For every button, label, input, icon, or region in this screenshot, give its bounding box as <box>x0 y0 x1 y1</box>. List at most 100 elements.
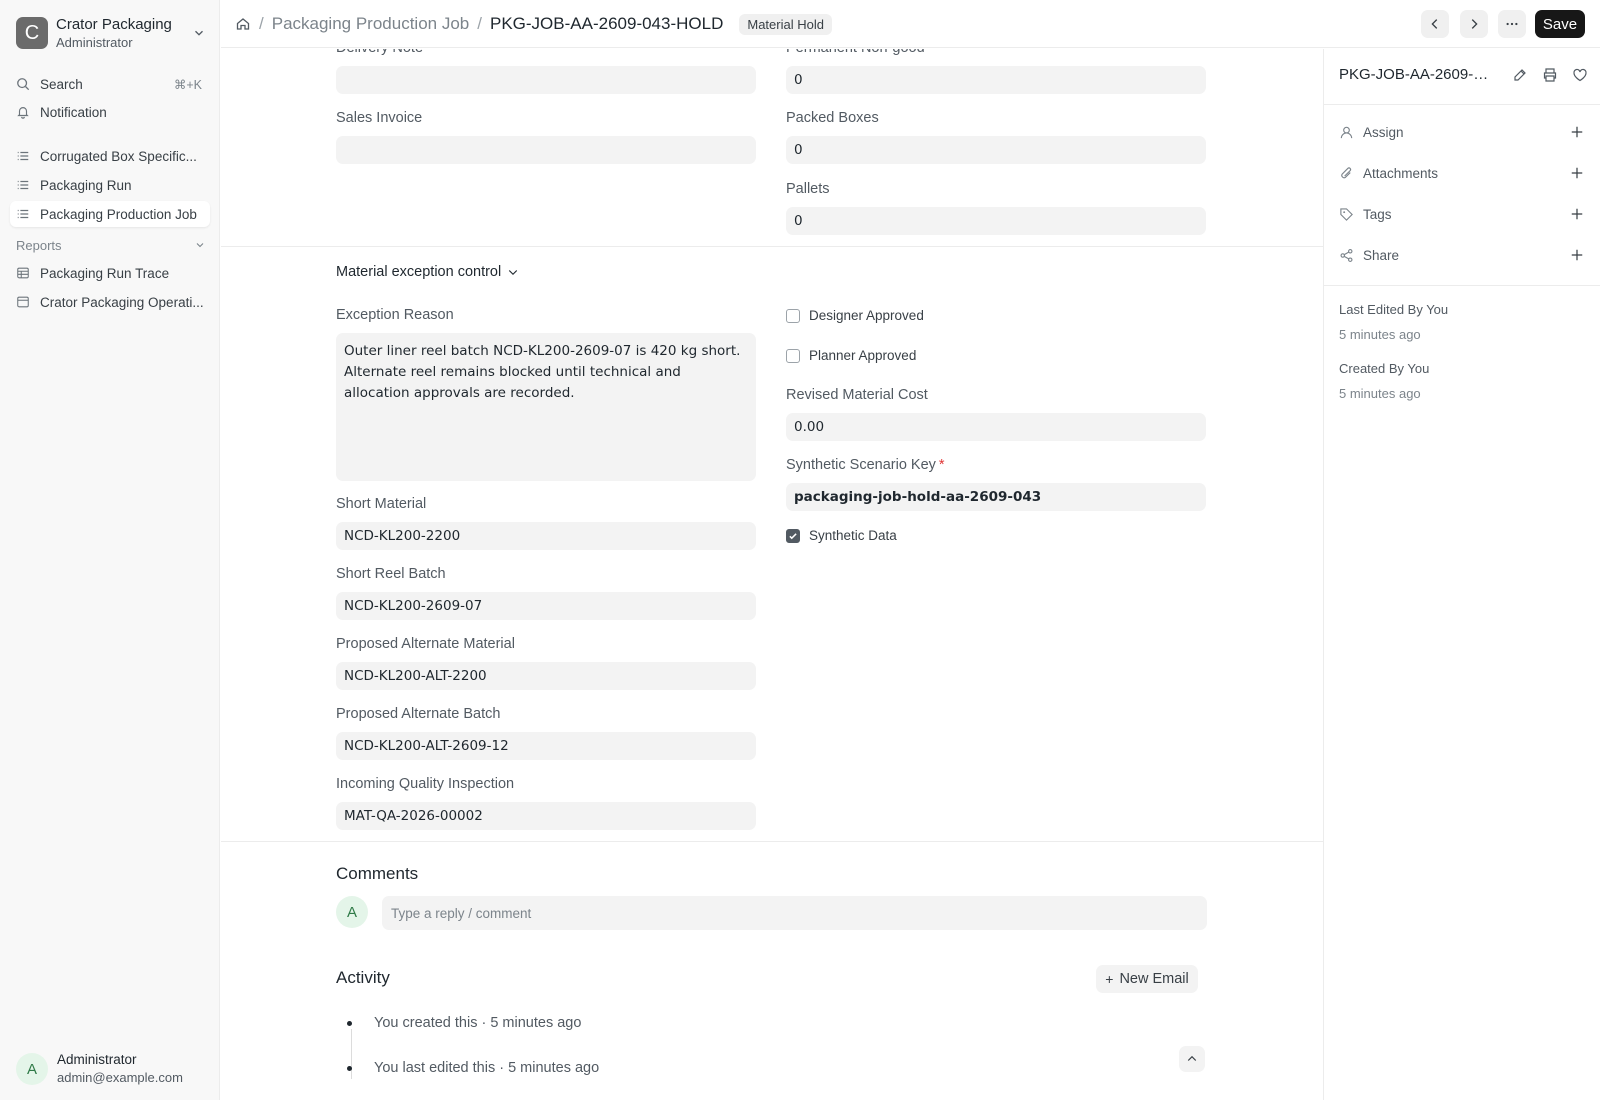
sales-invoice-field: Sales Invoice <box>336 108 756 164</box>
pallets-field: Pallets 0 <box>786 179 1206 235</box>
paperclip-icon <box>1341 166 1352 178</box>
share-label: Share <box>1363 247 1400 263</box>
plus-icon[interactable] <box>1570 166 1584 180</box>
last-edited-label: Last Edited By You <box>1339 302 1449 317</box>
divider <box>1324 285 1600 286</box>
sidebar-item-label: Crator Packaging Operati... <box>40 294 204 310</box>
proposed-alternate-material-field: Proposed Alternate Material NCD-KL200-AL… <box>336 634 756 690</box>
revised-material-cost-field: Revised Material Cost 0.00 <box>786 385 1206 441</box>
planner-approved-checkbox[interactable]: Planner Approved <box>786 348 916 363</box>
workspace-logo: C <box>16 17 48 49</box>
field-label: Short Material <box>336 496 427 512</box>
new-email-label: New Email <box>1119 971 1189 987</box>
tags-label: Tags <box>1363 206 1392 222</box>
workspace-switcher[interactable]: C Crator Packaging Administrator <box>16 16 206 50</box>
exception-reason-field: Exception Reason Outer liner reel batch … <box>336 305 756 481</box>
checkbox-label: Synthetic Data <box>809 528 897 543</box>
user-name: Administrator <box>57 1052 137 1067</box>
comment-input[interactable]: Type a reply / comment <box>382 896 1207 930</box>
delivery-note-input[interactable] <box>336 66 756 94</box>
home-icon[interactable] <box>235 16 251 32</box>
plus-icon[interactable] <box>1570 207 1584 221</box>
activity-text: You created this · 5 minutes ago <box>374 1015 582 1031</box>
section-divider <box>221 246 1323 247</box>
more-actions-button[interactable] <box>1498 10 1526 38</box>
sidebar-item-packaging-run[interactable]: Packaging Run <box>10 172 210 198</box>
new-email-button[interactable]: + New Email <box>1096 965 1198 993</box>
permanent-non-good-input[interactable]: 0 <box>786 66 1206 94</box>
short-material-input[interactable]: NCD-KL200-2200 <box>336 522 756 550</box>
search-shortcut: ⌘+K <box>173 77 202 92</box>
field-label: Sales Invoice <box>336 110 423 126</box>
print-icon[interactable] <box>1542 67 1558 83</box>
share-row[interactable]: Share <box>1339 244 1584 266</box>
plus-icon[interactable] <box>1570 248 1584 262</box>
scroll-to-top-button[interactable] <box>1179 1046 1205 1072</box>
sidebar-item-label: Corrugated Box Specific... <box>40 148 197 164</box>
revised-material-cost-input[interactable]: 0.00 <box>786 413 1206 441</box>
attachments-row[interactable]: Attachments <box>1339 162 1584 184</box>
pallets-input[interactable]: 0 <box>786 207 1206 235</box>
proposed-alternate-batch-input[interactable]: NCD-KL200-ALT-2609-12 <box>336 732 756 760</box>
breadcrumb-separator: / <box>477 14 482 33</box>
packed-boxes-input[interactable]: 0 <box>786 136 1206 164</box>
checkbox-box <box>786 308 800 323</box>
share-icon <box>1340 248 1353 262</box>
status-badge: Material Hold <box>739 13 832 35</box>
dashboard-icon <box>17 296 29 308</box>
section-divider <box>221 841 1323 842</box>
attachments-label: Attachments <box>1363 165 1439 181</box>
section-toggle-material-exception[interactable]: Material exception control <box>336 264 519 280</box>
synthetic-scenario-key-input[interactable]: packaging-job-hold-aa-2609-043 <box>786 483 1206 511</box>
sidebar-item-label: Packaging Run Trace <box>40 265 170 281</box>
field-label: Incoming Quality Inspection <box>336 776 515 792</box>
breadcrumb: / Packaging Production Job / PKG-JOB-AA-… <box>235 12 832 36</box>
field-label: Exception Reason <box>336 307 454 323</box>
sidebar-item-corrugated-box-specification[interactable]: Corrugated Box Specific... <box>10 143 210 169</box>
short-reel-batch-field: Short Reel Batch NCD-KL200-2609-07 <box>336 564 756 620</box>
field-label: Revised Material Cost <box>786 387 928 403</box>
list-icon <box>17 151 29 161</box>
heart-icon[interactable] <box>1572 67 1588 83</box>
checkbox-box <box>786 528 800 543</box>
breadcrumb-separator: / <box>259 14 264 33</box>
incoming-quality-inspection-input[interactable]: MAT-QA-2026-00002 <box>336 802 756 830</box>
exception-reason-textarea[interactable]: Outer liner reel batch NCD-KL200-2609-07… <box>336 333 756 481</box>
synthetic-data-checkbox[interactable]: Synthetic Data <box>786 528 897 543</box>
breadcrumb-parent[interactable]: Packaging Production Job <box>272 14 470 34</box>
incoming-quality-inspection-field: Incoming Quality Inspection MAT-QA-2026-… <box>336 774 756 830</box>
sidebar-item-packaging-run-trace[interactable]: Packaging Run Trace <box>10 260 210 286</box>
avatar: A <box>16 1053 48 1085</box>
field-label: Packed Boxes <box>786 110 879 126</box>
short-reel-batch-input[interactable]: NCD-KL200-2609-07 <box>336 592 756 620</box>
sales-invoice-input[interactable] <box>336 136 756 164</box>
sidebar: C Crator Packaging Administrator Search … <box>0 0 220 1100</box>
edit-icon[interactable] <box>1512 67 1528 83</box>
search-button[interactable]: Search ⌘+K <box>10 71 210 97</box>
previous-record-button[interactable] <box>1421 10 1449 38</box>
check-icon <box>789 532 797 539</box>
save-button[interactable]: Save <box>1535 10 1585 38</box>
user-menu[interactable]: A Administrator admin@example.com <box>16 1050 206 1088</box>
sidebar-item-packaging-production-job[interactable]: Packaging Production Job <box>10 201 210 227</box>
field-label-text: Synthetic Scenario Key <box>786 457 936 473</box>
proposed-alternate-material-input[interactable]: NCD-KL200-ALT-2200 <box>336 662 756 690</box>
synthetic-scenario-key-field: Synthetic Scenario Key * packaging-job-ho… <box>786 455 1206 511</box>
sidebar-item-crator-packaging-operations[interactable]: Crator Packaging Operati... <box>10 289 210 315</box>
search-icon <box>17 78 30 91</box>
chevron-down-icon <box>509 270 518 276</box>
checkbox-box <box>786 348 800 363</box>
activity-text: You last edited this · 5 minutes ago <box>374 1060 600 1076</box>
tags-row[interactable]: Tags <box>1339 203 1584 225</box>
assign-row[interactable]: Assign <box>1339 121 1584 143</box>
sidebar-item-label: Packaging Run <box>40 177 132 193</box>
field-label: Proposed Alternate Batch <box>336 706 501 722</box>
notification-button[interactable]: Notification <box>10 99 210 125</box>
reports-section-toggle[interactable]: Reports <box>16 235 206 255</box>
more-horizontal-icon <box>1506 22 1518 26</box>
chevron-right-icon <box>1471 19 1478 29</box>
table-icon <box>17 267 29 279</box>
plus-icon[interactable] <box>1570 125 1584 139</box>
next-record-button[interactable] <box>1460 10 1488 38</box>
designer-approved-checkbox[interactable]: Designer Approved <box>786 308 924 323</box>
